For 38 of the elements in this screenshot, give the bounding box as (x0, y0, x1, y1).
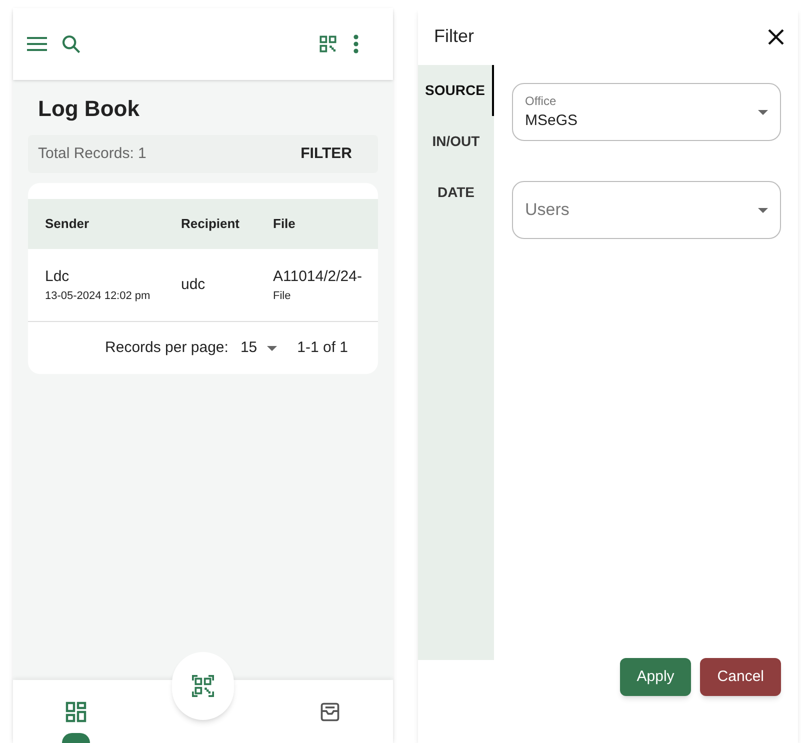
table-cell-text: udc (181, 274, 206, 295)
page-range-text: 1-1 of 1 (297, 338, 348, 358)
qr-code-icon[interactable] (317, 33, 339, 55)
total-records-text: Total Records: 1 (38, 144, 146, 164)
office-select[interactable]: Office MSeGS (512, 83, 781, 141)
field-value: MSeGS (525, 110, 579, 131)
column-header: Recipient (181, 215, 241, 234)
scan-button[interactable] (172, 652, 234, 720)
column-header: File (273, 215, 296, 234)
menu-icon[interactable] (27, 36, 47, 52)
rows-per-page-label: Records per page: (105, 338, 228, 358)
table-cell-text: 13-05-2024 12:02 pm (45, 289, 152, 304)
dashboard-icon[interactable] (64, 700, 88, 724)
panel-title: Filter (434, 25, 474, 48)
dropdown-caret-icon (758, 110, 768, 114)
rows-per-page-select[interactable]: 15 (240, 336, 286, 360)
active-indicator (62, 733, 90, 743)
page-title: Log Book (38, 95, 140, 123)
filter-tab[interactable]: IN/OUT (418, 116, 494, 167)
cancel-button[interactable]: Cancel (700, 658, 781, 696)
filter-tab[interactable]: DATE (418, 167, 494, 218)
apply-button[interactable]: Apply (620, 658, 692, 696)
qr-scan-icon[interactable] (192, 674, 214, 696)
filter-button[interactable]: FILTER (284, 142, 368, 166)
close-icon[interactable] (768, 28, 784, 44)
column-header: Sender (44, 215, 90, 234)
dropdown-caret-icon (758, 208, 768, 212)
search-icon[interactable] (61, 34, 81, 54)
table-cell-text: A11014/2/24- (273, 266, 363, 286)
table-cell-text: File (273, 289, 292, 304)
users-select[interactable]: Users (512, 181, 781, 239)
more-options-icon[interactable] (353, 34, 359, 54)
table-cell-text: Ldc (45, 266, 70, 286)
field-label: Office (525, 92, 558, 110)
inbox-tray-icon[interactable] (318, 700, 341, 722)
dropdown-caret-icon (267, 346, 278, 350)
filter-tab[interactable]: SOURCE (418, 65, 494, 116)
field-placeholder: Users (525, 199, 570, 222)
